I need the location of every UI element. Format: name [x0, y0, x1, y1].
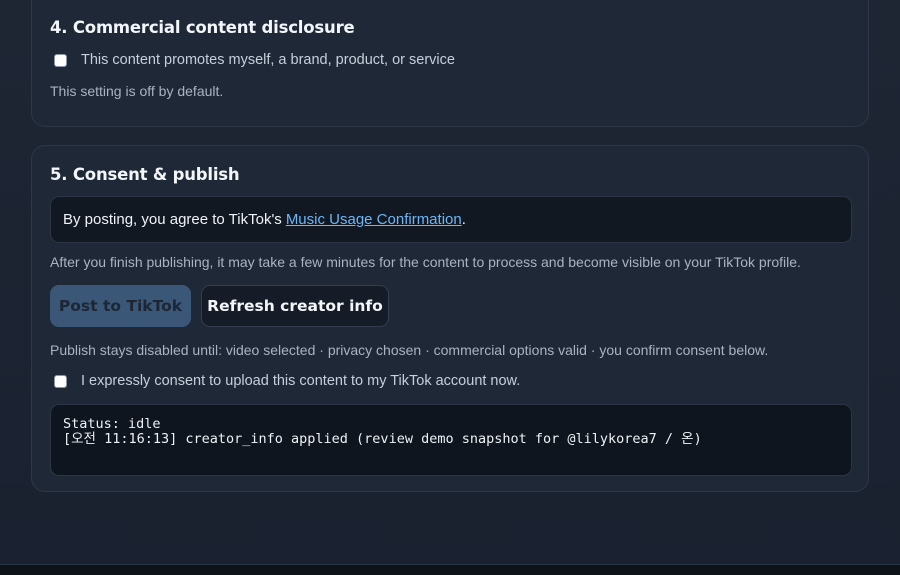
- upload-consent-label: I expressly consent to upload this conte…: [81, 373, 521, 389]
- commercial-disclosure-card: 4. Commercial content disclosure This co…: [31, 0, 869, 127]
- post-to-tiktok-button[interactable]: Post to TikTok: [50, 285, 191, 327]
- publish-processing-note: After you finish publishing, it may take…: [50, 254, 801, 270]
- upload-consent-checkbox[interactable]: [54, 374, 67, 388]
- consent-publish-card: 5. Consent & publish By posting, you agr…: [31, 145, 869, 492]
- commercial-default-note: This setting is off by default.: [50, 83, 224, 99]
- log-line: [오전 11:16:13] creator_info applied (revi…: [63, 431, 702, 447]
- commercial-promote-option[interactable]: This content promotes myself, a brand, p…: [54, 52, 455, 68]
- commercial-disclosure-title: 4. Commercial content disclosure: [50, 18, 355, 37]
- commercial-promote-checkbox[interactable]: [54, 53, 67, 67]
- status-line: Status: idle: [63, 416, 161, 432]
- publish-disabled-note: Publish stays disabled until: video sele…: [50, 342, 769, 358]
- music-usage-confirmation-link[interactable]: Music Usage Confirmation: [286, 211, 462, 228]
- agreement-suffix: .: [461, 211, 466, 228]
- refresh-creator-info-button[interactable]: Refresh creator info: [201, 285, 389, 327]
- bottom-bar: [0, 564, 900, 575]
- upload-consent-option[interactable]: I expressly consent to upload this conte…: [54, 373, 520, 389]
- page: 4. Commercial content disclosure This co…: [0, 0, 900, 575]
- status-log: Status: idle [오전 11:16:13] creator_info a…: [50, 404, 852, 476]
- consent-publish-title: 5. Consent & publish: [50, 165, 240, 184]
- agreement-text: By posting, you agree to TikTok's: [63, 211, 282, 228]
- commercial-promote-label: This content promotes myself, a brand, p…: [81, 52, 455, 68]
- music-usage-agreement: By posting, you agree to TikTok's Music …: [50, 196, 852, 243]
